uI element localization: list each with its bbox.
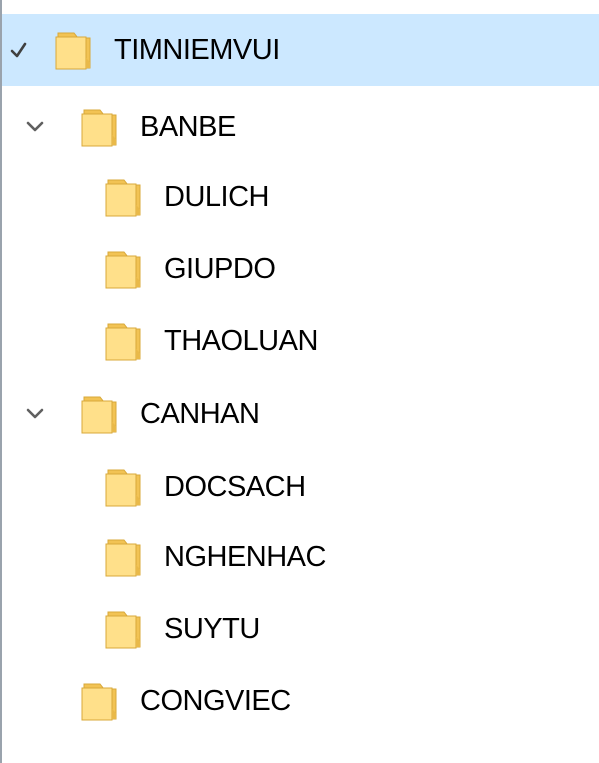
tree-node-canhan[interactable]: CANHAN	[2, 378, 599, 450]
tree-node-label: DOCSACH	[164, 471, 306, 503]
folder-icon	[78, 392, 122, 436]
tree-node-label: NGHENHAC	[164, 541, 326, 573]
tree-node-label: TIMNIEMVUI	[114, 34, 280, 66]
tree-node-label: THAOLUAN	[164, 325, 318, 357]
tree-node-label: SUYTU	[164, 613, 260, 645]
tree-node-congviec[interactable]: CONGVIEC	[2, 665, 599, 737]
folder-icon	[52, 28, 96, 72]
chevron-down-icon[interactable]	[24, 403, 46, 425]
folder-icon	[102, 247, 146, 291]
tree-node-banbe[interactable]: BANBE	[2, 91, 599, 163]
navigation-tree-pane: TIMNIEMVUI BANBE DULICH GIUPDO THAOLUAN	[0, 0, 599, 763]
tree-node-suytu[interactable]: SUYTU	[2, 593, 599, 665]
tree-node-label: CONGVIEC	[140, 685, 291, 717]
chevron-down-icon[interactable]	[24, 116, 46, 138]
chevron-expanded-icon[interactable]	[8, 39, 30, 61]
tree-node-docsach[interactable]: DOCSACH	[2, 451, 599, 523]
folder-icon	[102, 535, 146, 579]
folder-icon	[102, 175, 146, 219]
tree-node-label: DULICH	[164, 181, 269, 213]
tree-node-timniemvui[interactable]: TIMNIEMVUI	[2, 14, 599, 86]
folder-icon	[78, 105, 122, 149]
tree-node-thaoluan[interactable]: THAOLUAN	[2, 305, 599, 377]
folder-icon	[102, 465, 146, 509]
tree-node-nghenhac[interactable]: NGHENHAC	[2, 521, 599, 593]
tree-node-label: GIUPDO	[164, 253, 276, 285]
folder-icon	[102, 607, 146, 651]
folder-icon	[102, 319, 146, 363]
folder-icon	[78, 679, 122, 723]
tree-node-giupdo[interactable]: GIUPDO	[2, 233, 599, 305]
tree-node-label: BANBE	[140, 111, 236, 143]
tree-node-label: CANHAN	[140, 398, 260, 430]
tree-node-dulich[interactable]: DULICH	[2, 161, 599, 233]
